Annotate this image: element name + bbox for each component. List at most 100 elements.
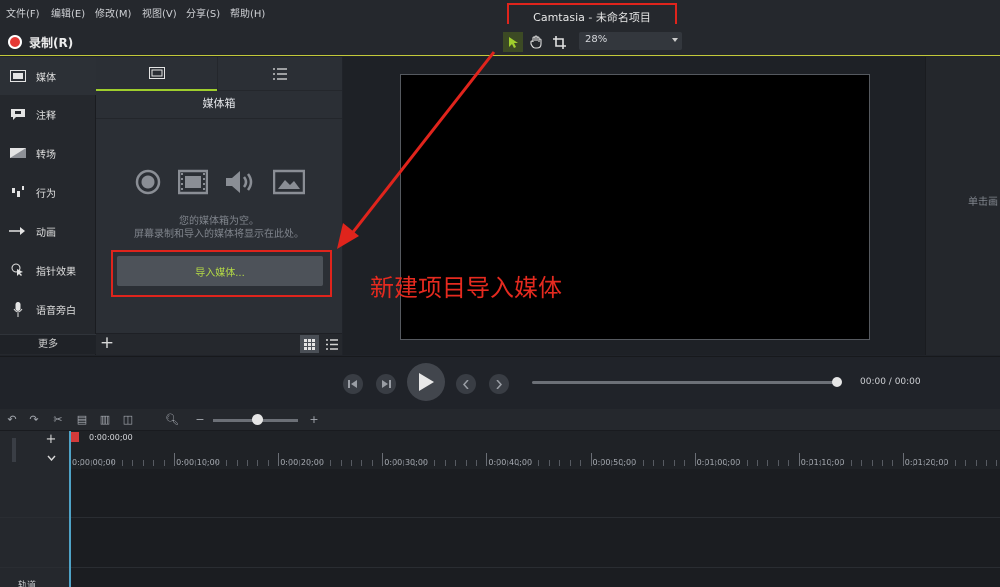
list-view-icon[interactable] <box>322 335 341 353</box>
properties-hint: 单击画 <box>968 197 998 208</box>
ruler-minor-tick <box>507 460 509 466</box>
menu-help[interactable]: 帮助(H) <box>230 5 265 20</box>
ruler-minor-tick <box>184 460 186 466</box>
track-divider <box>0 567 1000 568</box>
play-button[interactable] <box>407 363 445 401</box>
list-icon <box>273 67 287 80</box>
ruler-minor-tick <box>288 460 290 466</box>
menu-share[interactable]: 分享(S) <box>186 5 220 20</box>
zoom-search-icon[interactable]: 🔍︎ <box>164 411 180 429</box>
cursor-effect-icon <box>9 263 27 276</box>
ruler-minor-tick <box>819 460 821 466</box>
divider <box>96 118 342 119</box>
add-track-icon[interactable]: + <box>40 433 62 447</box>
ruler-minor-tick <box>528 460 530 466</box>
playhead[interactable] <box>69 431 71 587</box>
grid-view-icon[interactable] <box>300 335 319 353</box>
media-bin-title: 媒体箱 <box>202 97 236 110</box>
sidebar-item-voice-narration[interactable]: 语音旁白 <box>0 290 96 328</box>
ruler-minor-tick <box>632 460 634 466</box>
ruler-minor-tick <box>986 460 988 466</box>
chevron-down-icon[interactable] <box>40 451 62 465</box>
ruler-minor-tick <box>142 460 144 466</box>
ruler-minor-tick <box>705 460 706 466</box>
zoom-dropdown[interactable]: 28% <box>579 32 682 50</box>
ruler-tick-label: 0:00:50;00 <box>592 458 637 467</box>
sidebar-item-annotations[interactable]: 注释 <box>0 95 96 133</box>
ruler-minor-tick <box>850 460 852 466</box>
ruler-minor-tick <box>975 460 977 466</box>
paste-icon[interactable]: ▥ <box>97 411 113 429</box>
ruler-minor-tick <box>517 460 519 466</box>
step-forward-icon[interactable] <box>376 374 396 394</box>
crop-icon[interactable] <box>549 32 569 52</box>
chevron-down-icon[interactable] <box>672 38 678 42</box>
copy-icon[interactable]: ▤ <box>74 411 90 429</box>
record-button[interactable]: 录制(R) <box>29 34 73 51</box>
ruler-minor-tick <box>236 460 238 466</box>
ruler-minor-tick <box>788 460 790 466</box>
timeline-zoom-handle[interactable] <box>252 414 263 425</box>
tab-media-bin[interactable] <box>96 57 217 91</box>
sidebar-item-cursor-effects[interactable]: 指针效果 <box>0 251 96 289</box>
ruler-minor-tick <box>465 460 467 466</box>
camtasia-window: 文件(F) 编辑(E) 修改(M) 视图(V) 分享(S) 帮助(H) Camt… <box>0 0 1000 587</box>
ruler-minor-tick <box>205 460 207 466</box>
timeline-tracks[interactable] <box>70 469 1000 587</box>
ruler-minor-tick <box>954 460 956 466</box>
ruler-minor-tick <box>809 460 811 466</box>
undo-icon[interactable]: ↶ <box>4 411 20 429</box>
sidebar-item-behaviors[interactable]: 行为 <box>0 173 96 211</box>
ruler-minor-tick <box>715 460 717 466</box>
ruler-minor-tick <box>913 460 915 466</box>
animation-icon <box>9 225 27 237</box>
redo-icon[interactable]: ↷ <box>26 411 42 429</box>
sidebar-item-transitions[interactable]: 转场 <box>0 134 96 172</box>
ruler-minor-tick <box>559 460 561 466</box>
split-icon[interactable]: ◫ <box>120 411 136 429</box>
toolbar <box>0 24 1000 56</box>
ruler-minor-tick <box>496 460 498 466</box>
step-back-icon[interactable] <box>343 374 363 394</box>
track-height-slider[interactable] <box>12 438 16 462</box>
ruler-minor-tick <box>621 460 623 466</box>
sidebar-item-label: 语音旁白 <box>36 305 76 317</box>
ruler-minor-tick <box>642 460 644 466</box>
more-button[interactable]: 更多 <box>0 334 96 354</box>
sidebar-item-media[interactable]: 媒体 <box>0 57 96 95</box>
menu-view[interactable]: 视图(V) <box>142 5 177 20</box>
pointer-tool-icon[interactable] <box>503 32 523 52</box>
zoom-in-icon[interactable]: + <box>306 411 322 429</box>
behavior-icon <box>9 186 27 198</box>
time-display: 00:00 / 00:00 <box>860 377 921 387</box>
ruler-tick-label: 0:00:40;00 <box>488 458 533 467</box>
ruler-minor-tick <box>111 460 113 466</box>
track-divider <box>0 517 1000 518</box>
next-marker-icon[interactable] <box>489 374 509 394</box>
record-icon[interactable] <box>8 35 22 49</box>
previous-marker-icon[interactable] <box>456 374 476 394</box>
ruler-minor-tick <box>840 460 842 466</box>
cut-icon[interactable]: ✂ <box>50 411 66 429</box>
ruler-major-tick <box>278 453 280 466</box>
annotation-icon <box>9 108 27 120</box>
scrub-handle[interactable] <box>832 377 842 387</box>
zoom-out-icon[interactable]: − <box>192 411 208 429</box>
pan-hand-icon[interactable] <box>526 32 546 52</box>
tab-library[interactable] <box>217 57 342 91</box>
menu-edit[interactable]: 编辑(E) <box>51 5 85 20</box>
ruler-major-tick <box>382 453 384 466</box>
sidebar-item-animations[interactable]: 动画 <box>0 212 96 250</box>
ruler-minor-tick <box>996 460 998 466</box>
add-icon[interactable]: + <box>98 333 116 353</box>
menu-modify[interactable]: 修改(M) <box>95 5 131 20</box>
menu-file[interactable]: 文件(F) <box>6 5 40 20</box>
playhead-handle[interactable] <box>71 432 79 442</box>
scrub-bar[interactable] <box>532 381 837 384</box>
ruler-minor-tick <box>361 460 363 466</box>
playhead-time: 0:00:00;00 <box>89 433 133 442</box>
import-media-button[interactable]: 导入媒体... <box>117 256 323 286</box>
annotation-text: 新建项目导入媒体 <box>370 274 562 302</box>
ruler-minor-tick <box>351 460 353 466</box>
ruler-minor-tick <box>861 460 863 466</box>
